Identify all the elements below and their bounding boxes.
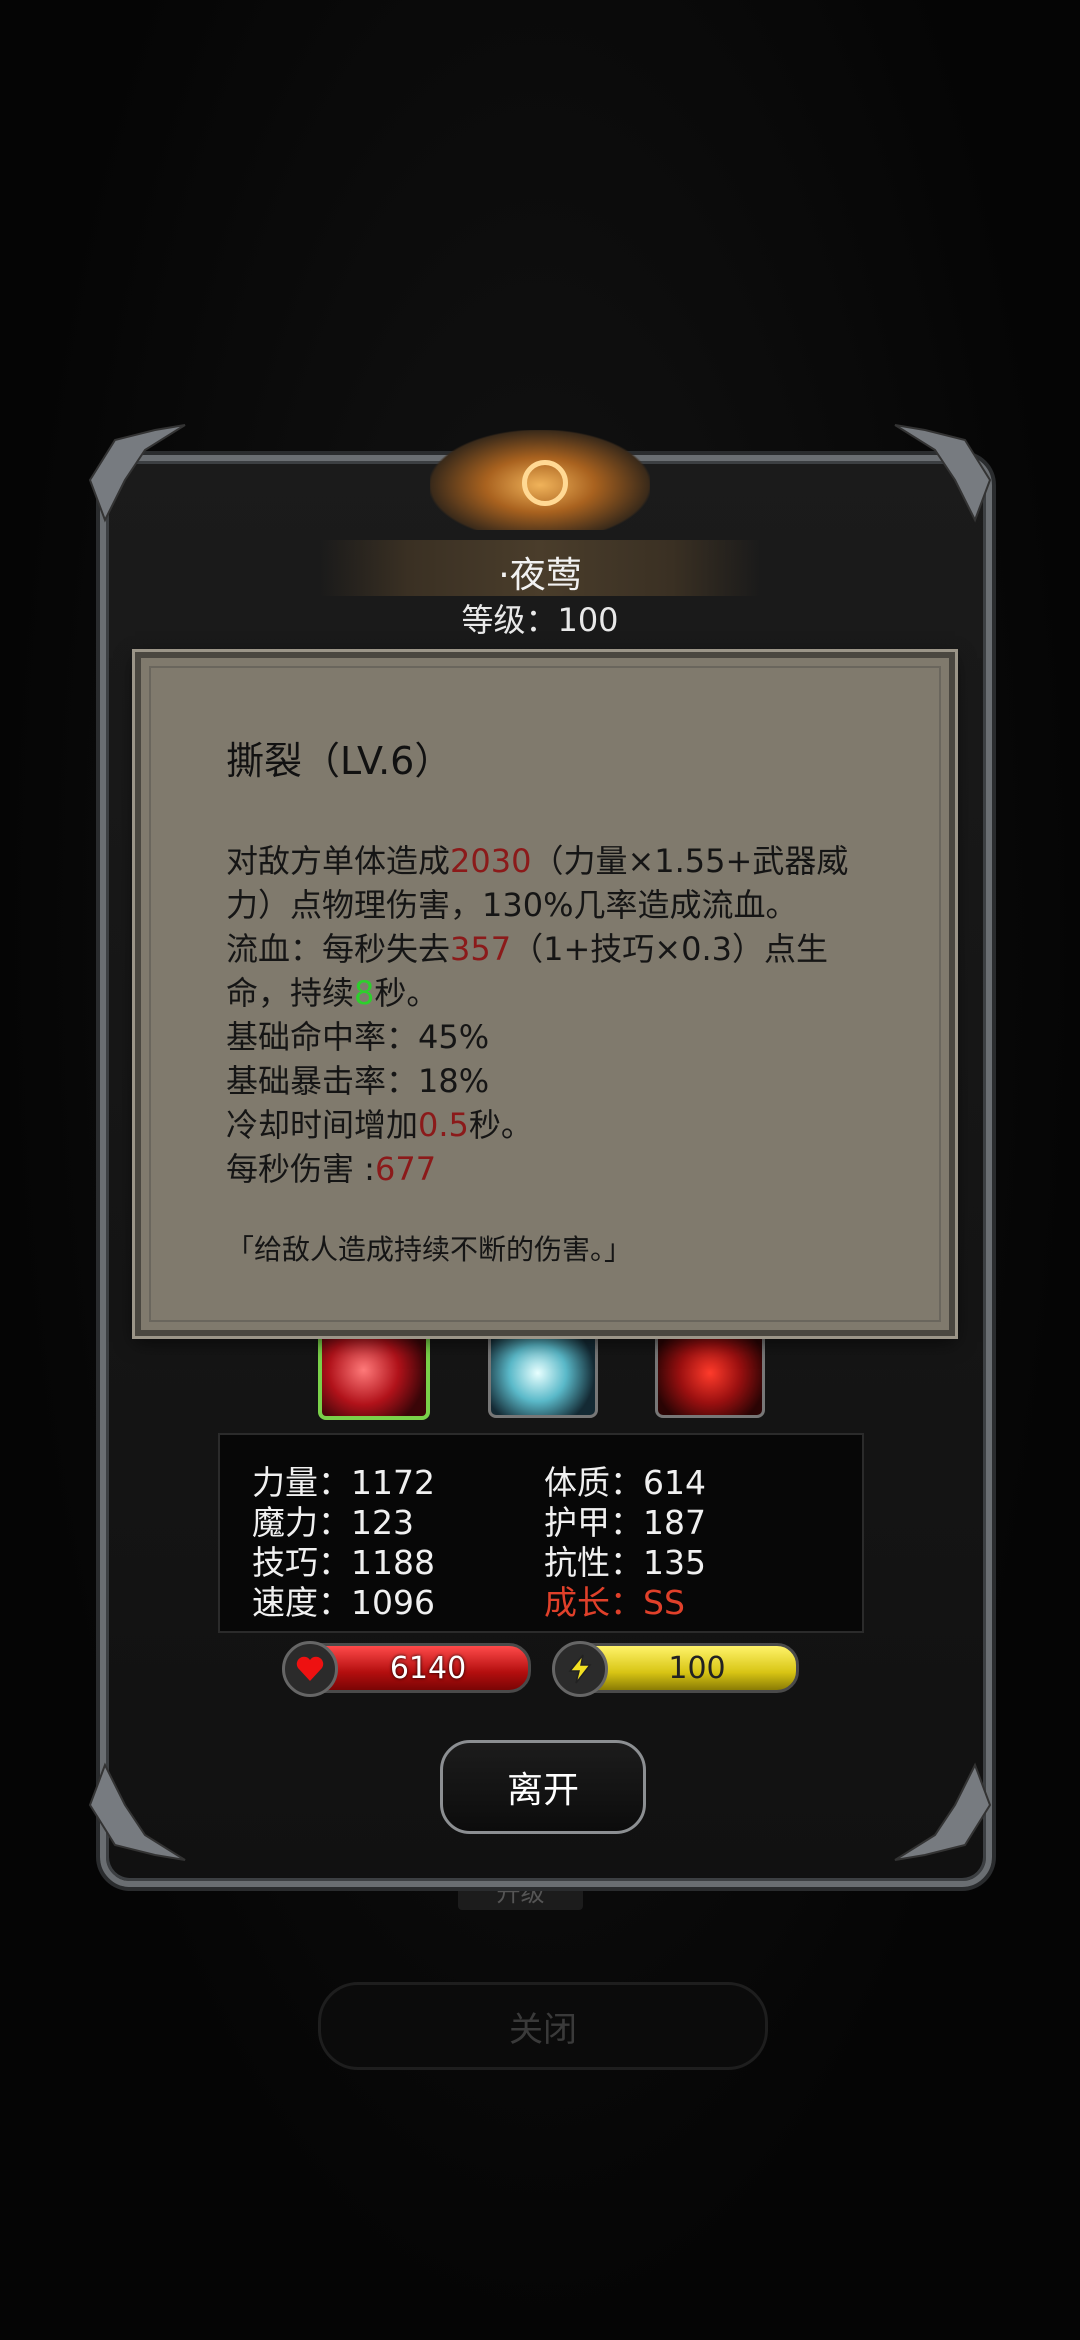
hp-bar: 6140 xyxy=(282,1641,531,1697)
tooltip-line: 每秒伤害 :677 xyxy=(226,1150,437,1188)
frost-skill-icon[interactable] xyxy=(488,1328,598,1418)
tooltip-line: 基础暴击率：18% xyxy=(226,1062,490,1100)
ornament-corner-icon xyxy=(88,1762,186,1861)
tooltip-line: 命，持续8秒。 xyxy=(226,974,439,1012)
leave-button[interactable]: 离开 xyxy=(440,1740,646,1834)
blood-skill-icon[interactable] xyxy=(655,1328,765,1418)
energy-value: 100 xyxy=(668,1650,726,1686)
tooltip-line: 冷却时间增加0.5秒。 xyxy=(226,1106,533,1144)
character-name: ·夜莺 xyxy=(498,555,582,596)
tooltip-line: 基础命中率：45% xyxy=(226,1018,490,1056)
skill-flavor-text: 「给敌人造成持续不断的伤害。」 xyxy=(226,1233,633,1266)
background-close-button[interactable]: 关闭 xyxy=(318,1982,768,2070)
character-level: 等级：100 xyxy=(461,601,619,639)
skill-title: 撕裂（LV.6） xyxy=(226,739,453,783)
ornament-corner-icon xyxy=(894,424,992,523)
ornament-corner-icon xyxy=(894,1762,992,1861)
tear-skill-icon[interactable] xyxy=(318,1328,430,1420)
tooltip-line: 力）点物理伤害，130%几率造成流血。 xyxy=(226,886,798,924)
stat-growth: 成长：SS xyxy=(544,1583,685,1622)
stat-speed: 速度：1096 xyxy=(252,1583,435,1622)
energy-bar: 100 xyxy=(552,1641,799,1697)
ornament-corner-icon xyxy=(88,424,186,523)
tooltip-line: 流血：每秒失去357（1+技巧×0.3）点生 xyxy=(226,930,828,968)
tooltip-line: 对敌方单体造成2030（力量×1.55+武器威 xyxy=(226,842,849,880)
moon-crest-ring xyxy=(522,460,568,506)
skill-tooltip: 撕裂（LV.6） 对敌方单体造成2030（力量×1.55+武器威 力）点物理伤害… xyxy=(135,652,955,1336)
hp-value: 6140 xyxy=(389,1650,467,1686)
